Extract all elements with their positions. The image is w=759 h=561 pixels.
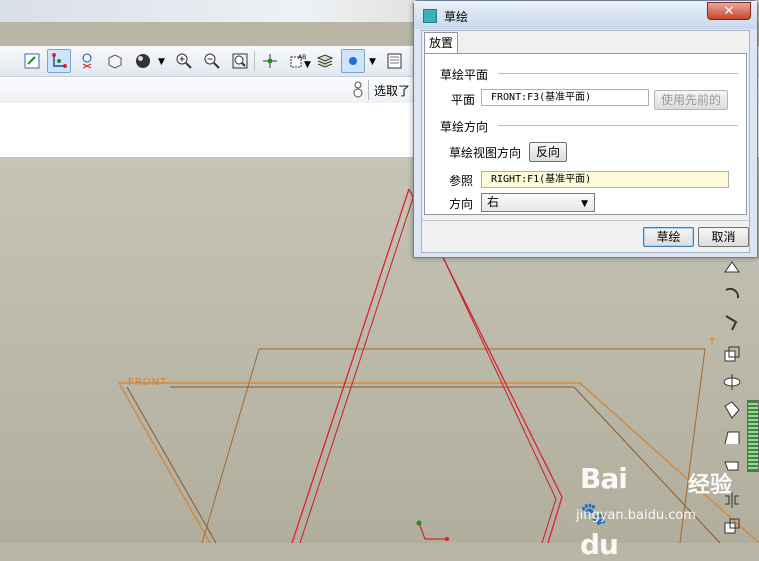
- shading-icon[interactable]: [131, 49, 155, 73]
- reference-field[interactable]: RIGHT:F1(基准平面): [481, 171, 729, 188]
- sketch-button[interactable]: 草绘: [643, 227, 694, 247]
- display-style-icon[interactable]: [341, 49, 365, 73]
- model-tree-icon[interactable]: [383, 49, 407, 73]
- sketch-dialog-icon: [423, 9, 437, 23]
- watermark-url: jingyan.baidu.com: [576, 508, 696, 523]
- datum-point-icon[interactable]: [75, 49, 99, 73]
- zoom-in-icon[interactable]: [172, 49, 196, 73]
- plane-label: 平面: [451, 93, 476, 107]
- cancel-button[interactable]: 取消: [698, 227, 749, 247]
- revolve-icon[interactable]: [720, 282, 744, 306]
- datum-axis-icon[interactable]: [47, 49, 71, 73]
- spin-center-icon[interactable]: [258, 49, 282, 73]
- scroll-indicator[interactable]: [747, 400, 759, 472]
- sketch-plane-group-title: 草绘平面: [440, 68, 489, 82]
- extrude-icon[interactable]: [720, 256, 744, 280]
- group-divider: [498, 73, 738, 74]
- rib-icon[interactable]: [720, 426, 744, 450]
- hole-icon[interactable]: [720, 370, 744, 394]
- view-direction-label: 草绘视图方向: [449, 146, 522, 160]
- display-style-dropdown-icon[interactable]: ▼: [369, 57, 376, 67]
- footer-divider: [422, 220, 749, 221]
- reference-label: 参照: [449, 174, 474, 188]
- top-datum-label: T: [709, 337, 716, 348]
- group-divider: [498, 125, 738, 126]
- use-previous-button[interactable]: 使用先前的: [654, 90, 728, 110]
- orientation-group-title: 草绘方向: [440, 120, 489, 134]
- tab-placement[interactable]: 放置: [424, 32, 458, 53]
- annotation-dropdown-icon[interactable]: ▼: [304, 60, 311, 70]
- shading-dropdown-icon[interactable]: ▼: [158, 57, 165, 67]
- dialog-body: 放置 草绘平面 平面 FRONT:F3(基准平面) 使用先前的 草绘方向 草绘视…: [421, 30, 750, 253]
- dialog-title: 草绘: [444, 10, 469, 24]
- blend-icon[interactable]: [720, 342, 744, 366]
- close-button[interactable]: ✕: [707, 2, 751, 20]
- watermark-sub: 经验: [688, 473, 733, 498]
- sweep-icon[interactable]: [720, 310, 744, 334]
- plane-field[interactable]: FRONT:F3(基准平面): [481, 89, 649, 106]
- shell-icon[interactable]: [720, 398, 744, 422]
- toolbar-divider: [368, 80, 369, 100]
- feature-toolbar: [716, 250, 748, 543]
- placement-panel: 草绘平面 平面 FRONT:F3(基准平面) 使用先前的 草绘方向 草绘视图方向…: [424, 53, 747, 215]
- refit-icon[interactable]: [228, 49, 252, 73]
- filter-icon[interactable]: [351, 80, 365, 100]
- layers-icon[interactable]: [313, 49, 337, 73]
- zoom-out-icon[interactable]: [200, 49, 224, 73]
- sketch-settings-icon[interactable]: [20, 49, 44, 73]
- view-orient-icon[interactable]: [103, 49, 127, 73]
- sketch-dialog: 草绘 ✕ 放置 草绘平面 平面 FRONT:F3(基准平面) 使用先前的 草绘方…: [413, 0, 758, 258]
- direction-label: 方向: [449, 197, 474, 211]
- direction-value: 右: [487, 195, 500, 209]
- direction-select[interactable]: 右 ▼: [481, 193, 595, 212]
- selected-count-text: 选取了: [374, 84, 411, 98]
- chevron-down-icon: ▼: [581, 199, 588, 209]
- merge-icon[interactable]: [720, 514, 744, 538]
- flip-button[interactable]: 反向: [529, 142, 567, 162]
- dialog-titlebar[interactable]: 草绘 ✕: [414, 1, 757, 29]
- front-datum-label: FRONT: [128, 377, 168, 388]
